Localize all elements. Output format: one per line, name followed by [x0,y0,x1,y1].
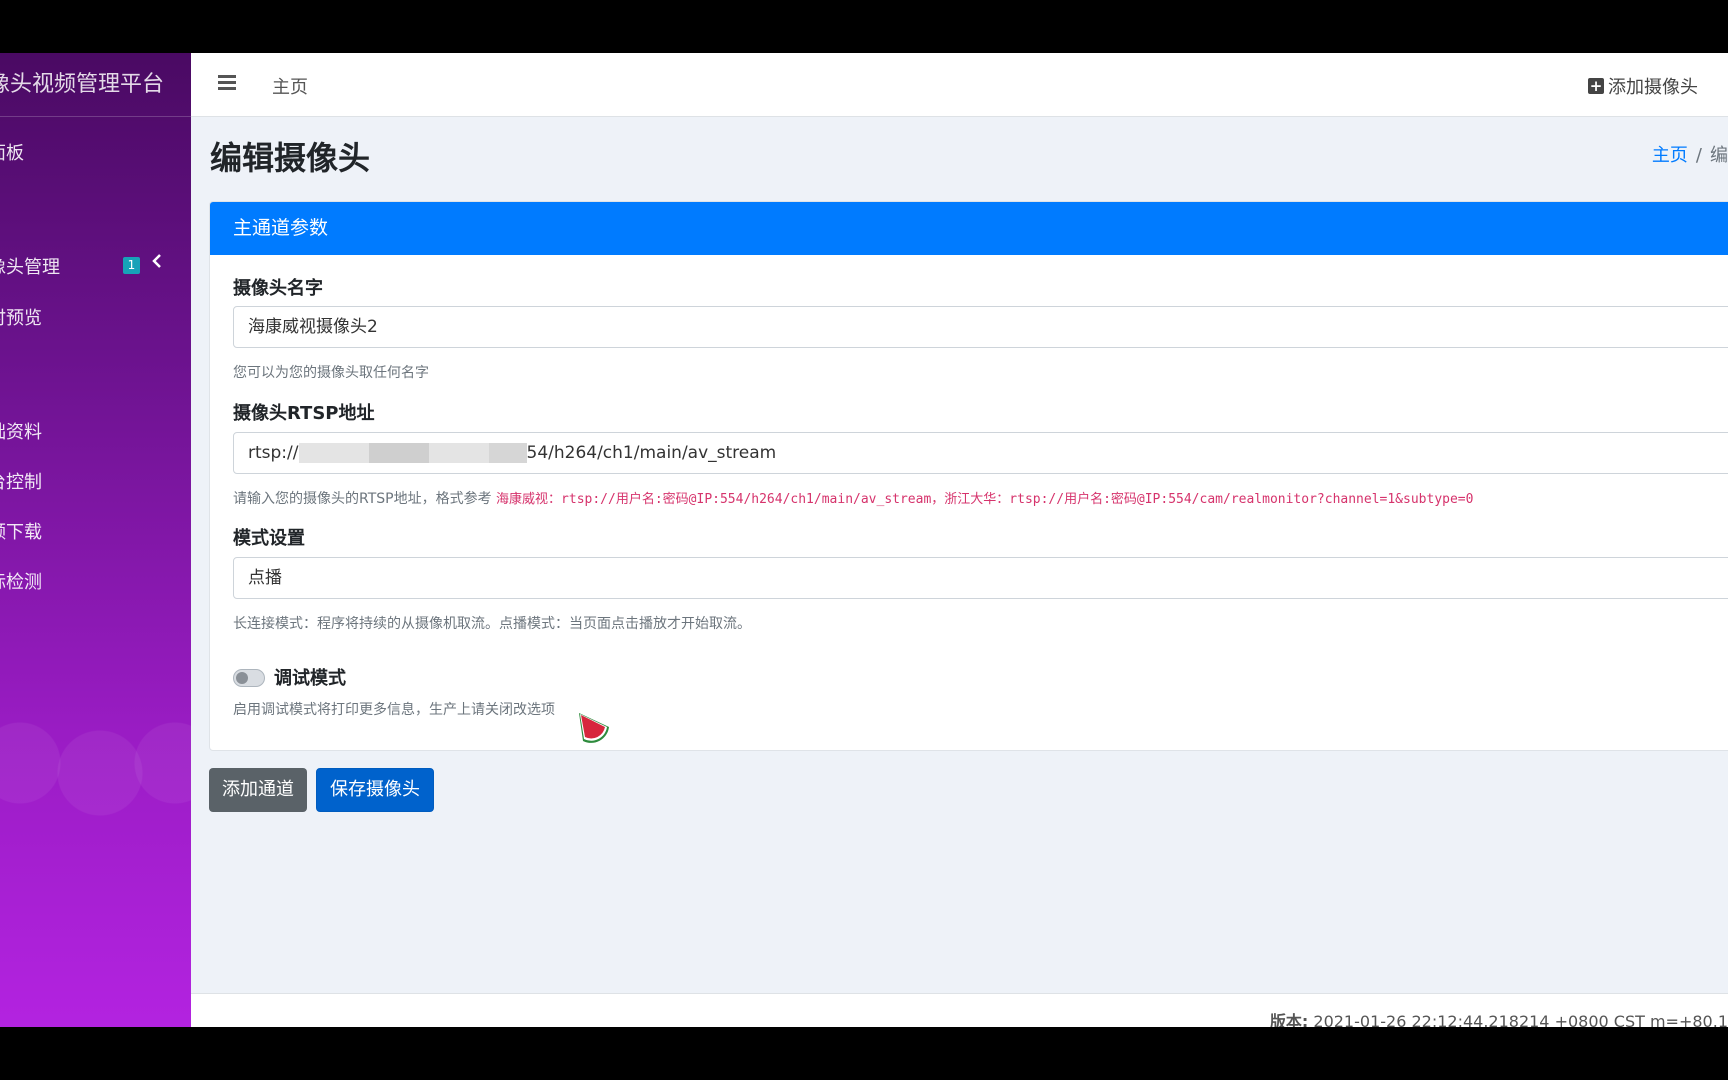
version-info: 版本: 2021-01-26 22:12:44.218214 +0800 CST… [1270,1008,1728,1027]
app-screen: 像头视频管理平台 面板 像头管理 1 时预览 础资料 台控制 频下载 标检测 主… [0,53,1728,1027]
chevron-left-icon[interactable] [151,253,167,273]
camera-name-label: 摄像头名字 [233,278,323,299]
topbar-home-link[interactable]: 主页 [272,73,308,99]
version-label: 版本: [1269,1012,1309,1027]
brand-title: 像头视频管理平台 [0,72,165,97]
footer: 版本: 2021-01-26 22:12:44.218214 +0800 CST… [191,993,1728,1027]
rtsp-help: 请输入您的摄像头的RTSP地址，格式参考 海康威视：rtsp://用户名:密码@… [233,488,1473,508]
redacted-area [298,443,369,463]
card-header: 主通道参数 [210,202,1728,255]
sidebar-item-live-preview[interactable]: 时预览 [0,304,42,330]
add-camera-link[interactable]: + 添加摄像头 [1588,73,1698,99]
breadcrumb-home[interactable]: 主页 [1652,145,1688,166]
sidebar-item-basic-data[interactable]: 础资料 [0,418,42,444]
sidebar: 像头视频管理平台 面板 像头管理 1 时预览 础资料 台控制 频下载 标检测 [0,53,191,1027]
sidebar-item-video-download[interactable]: 频下载 [0,518,42,544]
rtsp-label: 摄像头RTSP地址 [233,403,375,424]
redacted-area [488,443,527,463]
version-value: 2021-01-26 22:12:44.218214 +0800 CST m=+… [1313,1012,1728,1027]
breadcrumb: 主页 / 编 [1652,141,1728,167]
mode-label: 模式设置 [233,528,305,549]
add-channel-button[interactable]: 添加通道 [209,768,307,812]
debug-mode-help: 启用调试模式将打印更多信息，生产上请关闭改选项 [233,702,555,718]
watermelon-cursor-icon [577,711,611,745]
sidebar-item-camera-management[interactable]: 像头管理 [0,253,60,279]
rtsp-value-suffix: 54/h264/ch1/main/av_stream [526,443,777,463]
rtsp-format-example: 海康威视：rtsp://用户名:密码@IP:554/h264/ch1/main/… [496,492,1474,507]
plus-square-icon: + [1588,77,1604,95]
main-channel-card: 主通道参数 摄像头名字 海康威视摄像头2 您可以为您的摄像头取任何名字 摄像头R… [209,201,1728,751]
camera-name-input[interactable]: 海康威视摄像头2 [233,306,1728,348]
rtsp-value-prefix: rtsp:// [248,443,299,463]
add-camera-label: 添加摄像头 [1608,77,1698,98]
sidebar-item-control[interactable]: 台控制 [0,468,42,494]
redacted-area [368,443,429,463]
brand[interactable]: 像头视频管理平台 [0,53,191,117]
sidebar-item-detection[interactable]: 标检测 [0,568,42,594]
camera-count-badge: 1 [123,257,140,274]
sidebar-decoration [0,703,191,1027]
save-camera-button[interactable]: 保存摄像头 [316,768,434,812]
page-title: 编辑摄像头 [210,139,371,177]
camera-name-help: 您可以为您的摄像头取任何名字 [233,365,429,381]
breadcrumb-current: 编 [1710,145,1728,166]
rtsp-help-text: 请输入您的摄像头的RTSP地址，格式参考 [233,491,492,507]
mode-select[interactable]: 点播 [233,557,1728,599]
redacted-area [428,443,489,463]
debug-mode-label: 调试模式 [274,668,346,689]
hamburger-icon[interactable] [218,75,236,91]
breadcrumb-separator: / [1695,145,1702,166]
mode-help: 长连接模式：程序将持续的从摄像机取流。点播模式：当页面点击播放才开始取流。 [233,616,751,632]
debug-mode-toggle[interactable] [233,669,265,687]
rtsp-input[interactable]: rtsp:// 54/h264/ch1/main/av_stream [233,432,1728,474]
sidebar-item-dashboard[interactable]: 面板 [0,139,24,165]
topbar: 主页 + 添加摄像头 [191,53,1728,117]
